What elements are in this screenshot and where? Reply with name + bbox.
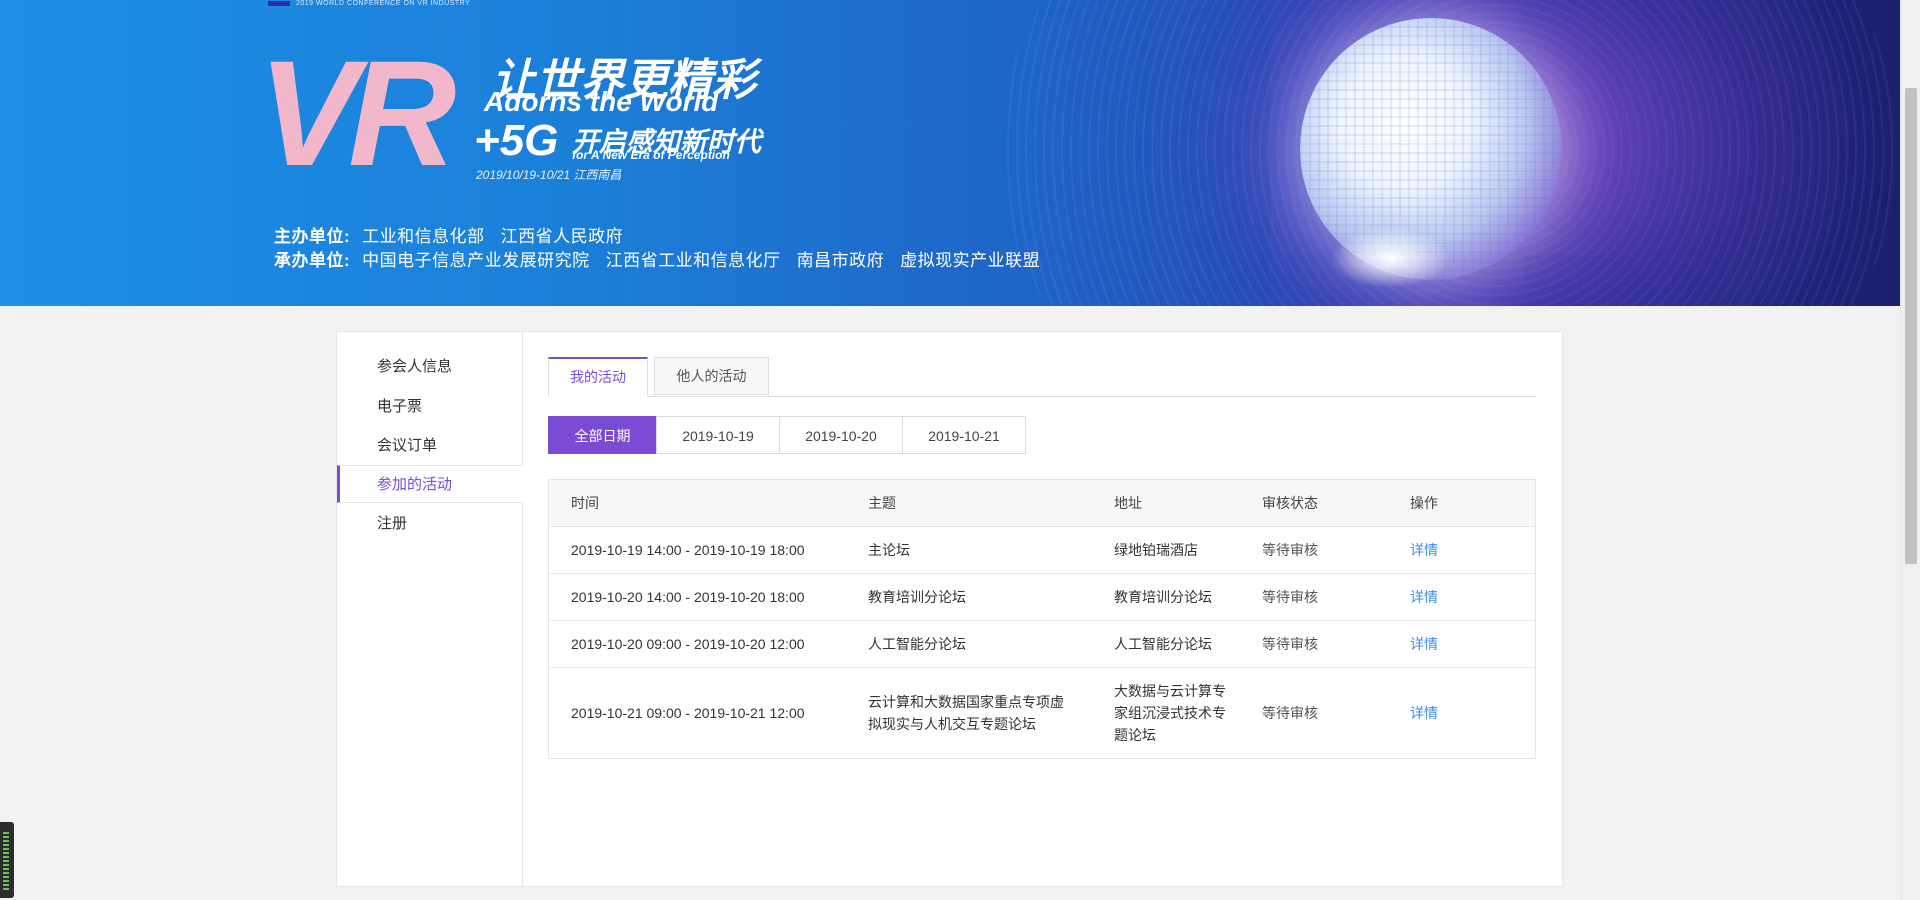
organizer-item: 南昌市政府 — [796, 251, 885, 270]
tag-mark-icon — [268, 0, 290, 6]
cell-status: 等待审核 — [1262, 542, 1318, 558]
host-item: 江西省人民政府 — [500, 227, 624, 246]
activity-tabs: 我的活动 他人的活动 — [548, 357, 1536, 397]
header-status: 审核状态 — [1262, 495, 1318, 511]
page-scrollbar[interactable] — [1900, 0, 1920, 900]
main-panel: 参会人信息 电子票 会议订单 参加的活动 注册 我的活动 他人的活动 全部日期 … — [336, 331, 1563, 887]
logo-vr: VR — [258, 29, 456, 197]
cell-status: 等待审核 — [1262, 636, 1318, 652]
logo-slogan-en2: for A New Era of Perception — [572, 148, 730, 162]
cell-topic: 主论坛 — [868, 542, 910, 558]
sidebar-item-orders[interactable]: 会议订单 — [337, 427, 522, 465]
host-line: 主办单位: 工业和信息化部 江西省人民政府 — [274, 222, 639, 247]
content-area: 我的活动 他人的活动 全部日期 2019-10-19 2019-10-20 20… — [548, 357, 1536, 759]
tab-my-activities[interactable]: 我的活动 — [548, 357, 648, 397]
cell-address: 人工智能分论坛 — [1114, 636, 1212, 652]
table-row: 2019-10-19 14:00 - 2019-10-19 18:00 主论坛 … — [549, 527, 1535, 574]
logo-slogan-en1: Adorns the World — [484, 86, 719, 117]
cell-time: 2019-10-20 14:00 - 2019-10-20 18:00 — [571, 589, 805, 605]
cell-topic: 教育培训分论坛 — [868, 589, 966, 605]
sidebar-item-register[interactable]: 注册 — [337, 505, 522, 543]
sidebar-item-attendee-info[interactable]: 参会人信息 — [337, 348, 522, 386]
host-label: 主办单位: — [274, 227, 351, 246]
date-filter-all[interactable]: 全部日期 — [548, 416, 657, 454]
header-time: 时间 — [571, 495, 599, 511]
cell-time: 2019-10-21 09:00 - 2019-10-21 12:00 — [571, 705, 805, 721]
date-filter-2019-10-19[interactable]: 2019-10-19 — [656, 416, 780, 454]
floating-level-widget[interactable] — [0, 822, 14, 898]
activities-table: 时间 主题 地址 审核状态 操作 2019-10-19 14:00 - 2019… — [548, 479, 1536, 759]
cell-time: 2019-10-20 09:00 - 2019-10-20 12:00 — [571, 636, 805, 652]
cell-status: 等待审核 — [1262, 589, 1318, 605]
cell-address: 大数据与云计算专家组沉浸式技术专题论坛 — [1114, 683, 1226, 743]
header-topic: 主题 — [868, 495, 896, 511]
table-row: 2019-10-21 09:00 - 2019-10-21 12:00 云计算和… — [549, 668, 1535, 758]
event-date-location: 2019/10/19-10/21 江西南昌 — [476, 168, 622, 182]
date-filter-2019-10-20[interactable]: 2019-10-20 — [779, 416, 903, 454]
sidebar: 参会人信息 电子票 会议订单 参加的活动 注册 — [337, 332, 523, 886]
organizer-line: 承办单位: 中国电子信息产业发展研究院 江西省工业和信息化厅 南昌市政府 虚拟现实产业联… — [274, 246, 1056, 271]
cell-time: 2019-10-19 14:00 - 2019-10-19 18:00 — [571, 542, 805, 558]
conference-banner: 2019 WORLD CONFERENCE ON VR INDUSTRY VR … — [0, 0, 1900, 306]
sidebar-item-joined-activities[interactable]: 参加的活动 — [337, 465, 523, 503]
organizer-item: 江西省工业和信息化厅 — [605, 251, 781, 270]
host-item: 工业和信息化部 — [362, 227, 485, 246]
organizer-item: 虚拟现实产业联盟 — [900, 251, 1041, 270]
table-row: 2019-10-20 14:00 - 2019-10-20 18:00 教育培训… — [549, 574, 1535, 621]
table-header: 时间 主题 地址 审核状态 操作 — [549, 480, 1535, 527]
banner-top-tag: 2019 WORLD CONFERENCE ON VR INDUSTRY — [268, 0, 470, 7]
detail-link[interactable]: 详情 — [1410, 621, 1490, 667]
scrollbar-thumb[interactable] — [1905, 88, 1917, 564]
cell-topic: 云计算和大数据国家重点专项虚拟现实与人机交互专题论坛 — [868, 694, 1064, 732]
detail-link[interactable]: 详情 — [1410, 527, 1490, 573]
cell-topic: 人工智能分论坛 — [868, 636, 966, 652]
tab-others-activities[interactable]: 他人的活动 — [654, 357, 769, 395]
table-row: 2019-10-20 09:00 - 2019-10-20 12:00 人工智能… — [549, 621, 1535, 668]
sidebar-item-e-ticket[interactable]: 电子票 — [337, 388, 522, 426]
cell-status: 等待审核 — [1262, 705, 1318, 721]
organizer-label: 承办单位: — [274, 251, 351, 270]
cell-address: 绿地铂瑞酒店 — [1114, 542, 1198, 558]
detail-link[interactable]: 详情 — [1410, 574, 1490, 620]
organizer-item: 中国电子信息产业发展研究院 — [362, 251, 590, 270]
date-filter-2019-10-21[interactable]: 2019-10-21 — [902, 416, 1026, 454]
logo-slogan-5g: +5G — [474, 116, 559, 165]
header-address: 地址 — [1114, 495, 1142, 511]
header-action: 操作 — [1410, 495, 1438, 511]
top-tag-text: 2019 WORLD CONFERENCE ON VR INDUSTRY — [296, 0, 471, 7]
detail-link[interactable]: 详情 — [1410, 668, 1490, 758]
level-meter-icon — [3, 832, 9, 890]
cell-address: 教育培训分论坛 — [1114, 589, 1212, 605]
light-flare-decoration — [1330, 228, 1450, 288]
